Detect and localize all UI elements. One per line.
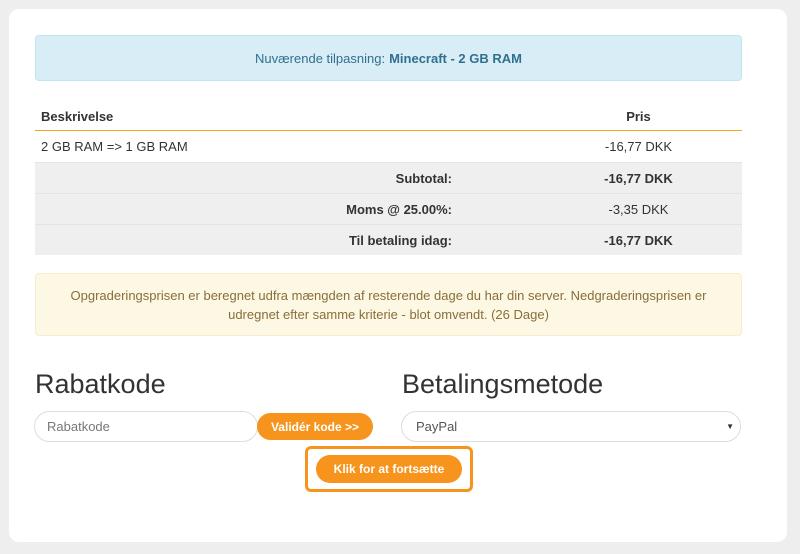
subtotal-row: Subtotal: -16,77 DKK <box>35 162 742 193</box>
continue-button-focus-ring: Klik for at fortsætte <box>305 446 473 492</box>
table-row: 2 GB RAM => 1 GB RAM -16,77 DKK <box>35 131 742 162</box>
tax-row: Moms @ 25.00%: -3,35 DKK <box>35 193 742 224</box>
header-description: Beskrivelse <box>41 109 114 124</box>
item-description: 2 GB RAM => 1 GB RAM <box>41 139 188 154</box>
prorate-notice: Opgraderingsprisen er beregnet udfra mæn… <box>35 273 742 336</box>
payment-method-selected: PayPal <box>416 419 458 434</box>
current-config-banner: Nuværende tilpasning: Minecraft - 2 GB R… <box>35 35 742 81</box>
total-value: -16,77 DKK <box>604 232 673 248</box>
price-table: Beskrivelse Pris 2 GB RAM => 1 GB RAM -1… <box>35 103 742 255</box>
continue-button[interactable]: Klik for at fortsætte <box>316 455 462 483</box>
current-config-value: Minecraft - 2 GB RAM <box>389 50 522 66</box>
tax-value: -3,35 DKK <box>608 201 669 217</box>
subtotal-value: -16,77 DKK <box>604 170 673 186</box>
subtotal-label: Subtotal: <box>395 170 452 186</box>
dropdown-caret-icon: ▼ <box>726 422 734 431</box>
payment-method-select[interactable]: PayPal ▼ <box>401 411 741 442</box>
table-header-row: Beskrivelse Pris <box>35 103 742 131</box>
coupon-title: Rabatkode <box>35 369 166 399</box>
validate-coupon-button[interactable]: Validér kode >> <box>257 413 373 440</box>
payment-method-title: Betalingsmetode <box>402 369 604 399</box>
total-row: Til betaling idag: -16,77 DKK <box>35 224 742 255</box>
coupon-input[interactable] <box>34 411 258 442</box>
item-price: -16,77 DKK <box>604 139 673 154</box>
tax-label: Moms @ 25.00%: <box>346 201 452 217</box>
header-price: Pris <box>626 109 651 124</box>
total-label: Til betaling idag: <box>348 232 452 248</box>
current-config-label: Nuværende tilpasning: <box>255 50 386 66</box>
